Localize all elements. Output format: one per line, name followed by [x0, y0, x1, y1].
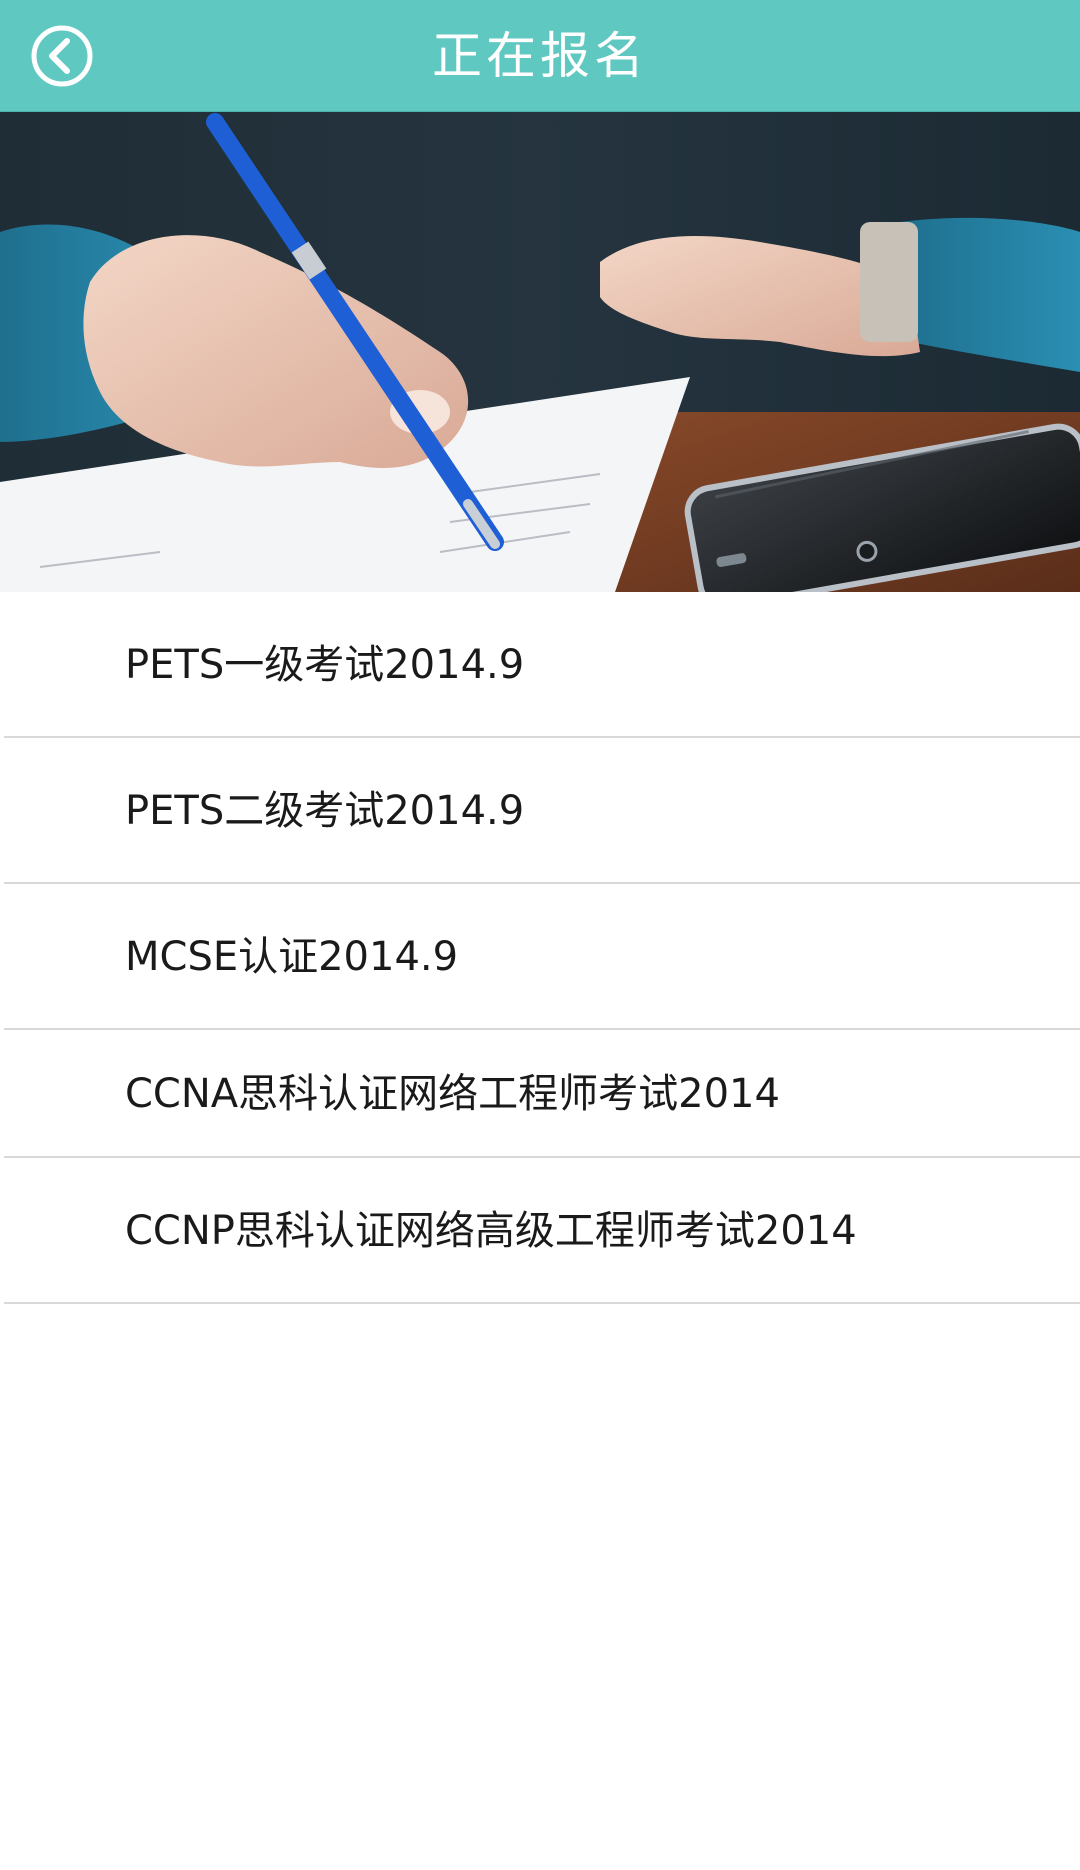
- list-item-label: MCSE认证2014.9: [125, 934, 459, 980]
- list-item[interactable]: MCSE认证2014.9: [4, 884, 1080, 1030]
- header-bar: 正在报名: [0, 0, 1080, 112]
- list-item-label: PETS二级考试2014.9: [125, 788, 525, 834]
- list-item[interactable]: PETS一级考试2014.9: [4, 592, 1080, 738]
- banner-image: [0, 112, 1080, 592]
- list-item[interactable]: PETS二级考试2014.9: [4, 738, 1080, 884]
- list-item-label: PETS一级考试2014.9: [125, 642, 525, 688]
- list-item[interactable]: CCNP思科认证网络高级工程师考试2014: [4, 1158, 1080, 1304]
- list-item[interactable]: CCNA思科认证网络工程师考试2014: [4, 1030, 1080, 1158]
- page-title: 正在报名: [432, 27, 648, 85]
- list-item-label: CCNA思科认证网络工程师考试2014: [125, 1071, 780, 1117]
- exam-list: PETS一级考试2014.9 PETS二级考试2014.9 MCSE认证2014…: [0, 592, 1080, 1304]
- list-item-label: CCNP思科认证网络高级工程师考试2014: [125, 1208, 857, 1254]
